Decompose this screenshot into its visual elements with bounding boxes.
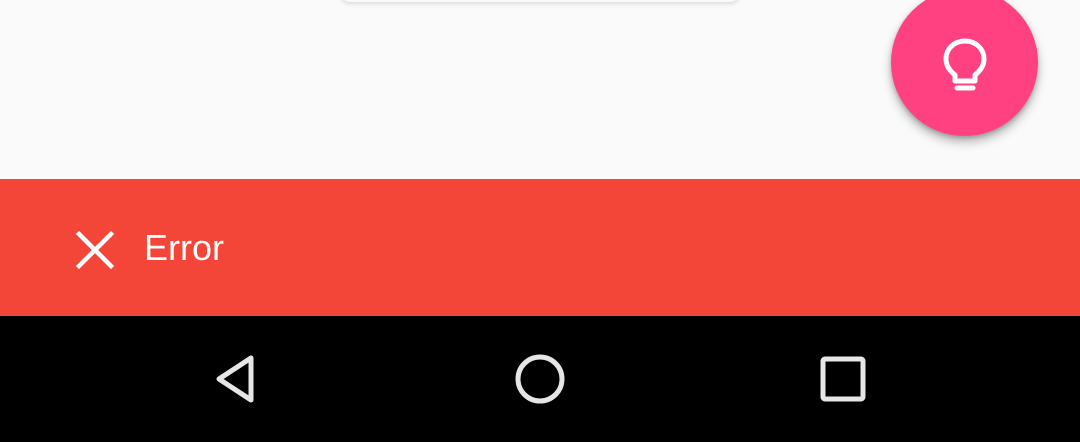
card-edge bbox=[340, 0, 740, 2]
navigation-bar bbox=[0, 316, 1080, 442]
close-icon[interactable] bbox=[74, 229, 116, 271]
snackbar-message: Error bbox=[144, 227, 224, 268]
home-circle-icon bbox=[515, 354, 565, 404]
recents-square-icon bbox=[820, 356, 866, 402]
home-button[interactable] bbox=[500, 339, 580, 419]
back-button[interactable] bbox=[196, 339, 276, 419]
error-snackbar: Error bbox=[0, 179, 1080, 316]
back-triangle-icon bbox=[216, 355, 254, 403]
recents-button[interactable] bbox=[803, 339, 883, 419]
lightbulb-icon bbox=[943, 38, 986, 90]
screen: Error bbox=[0, 0, 1080, 442]
